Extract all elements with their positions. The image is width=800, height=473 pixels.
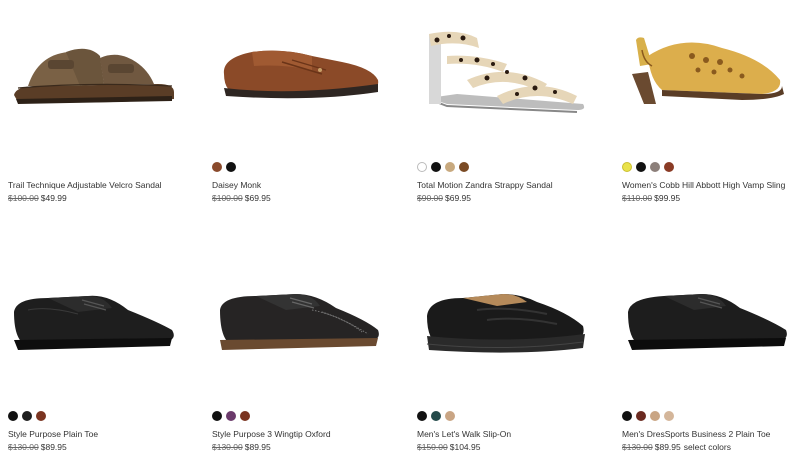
product-image-wingtip-oxford[interactable] <box>212 250 407 400</box>
color-swatch[interactable] <box>459 162 469 172</box>
color-swatch[interactable] <box>445 162 455 172</box>
product-price: $90.00 $69.95 <box>417 193 471 203</box>
color-swatch[interactable] <box>8 411 18 421</box>
product-price: $100.00 $49.99 <box>8 193 67 203</box>
product-price: $150.00 $104.95 <box>417 442 480 452</box>
product-image-walking-slip-on[interactable] <box>417 250 612 400</box>
product-card[interactable]: Style Purpose 3 Wingtip Oxford $130.00 $8… <box>212 250 407 460</box>
product-card[interactable]: Style Purpose Plain Toe $130.00 $89.95 <box>8 250 203 460</box>
sale-price: $49.99 <box>40 193 67 203</box>
color-swatches <box>212 162 236 172</box>
product-price: $100.00 $69.95 <box>212 193 271 203</box>
original-price: $130.00 <box>622 442 653 452</box>
color-swatch[interactable] <box>664 411 674 421</box>
product-name[interactable]: Men's Let's Walk Slip-On <box>417 429 511 439</box>
product-name[interactable]: Style Purpose 3 Wingtip Oxford <box>212 429 331 439</box>
product-price: $130.00 $89.95 <box>8 442 67 452</box>
sale-price: $89.95 <box>654 442 681 452</box>
color-swatch[interactable] <box>445 411 455 421</box>
product-image-strappy-sandal[interactable] <box>417 0 612 150</box>
color-swatches <box>8 411 46 421</box>
product-image-derby-shoe[interactable] <box>8 250 203 400</box>
product-price: $130.00 $89.95 select colors <box>622 442 731 452</box>
product-name[interactable]: Total Motion Zandra Strappy Sandal <box>417 180 553 190</box>
color-swatches <box>417 411 455 421</box>
product-card[interactable]: Total Motion Zandra Strappy Sandal $90.0… <box>417 0 612 210</box>
color-swatch[interactable] <box>417 411 427 421</box>
sale-price: $89.95 <box>40 442 67 452</box>
color-swatches <box>622 411 674 421</box>
original-price: $110.00 <box>622 193 653 203</box>
original-price: $150.00 <box>417 442 448 452</box>
color-swatch[interactable] <box>431 411 441 421</box>
color-swatches <box>212 411 250 421</box>
product-image-leather-slip-on[interactable] <box>212 0 407 150</box>
color-swatch[interactable] <box>22 411 32 421</box>
color-swatch[interactable] <box>212 411 222 421</box>
color-swatch[interactable] <box>240 411 250 421</box>
sale-price: $104.95 <box>449 442 481 452</box>
product-card[interactable]: Trail Technique Adjustable Velcro Sandal… <box>8 0 203 210</box>
product-card[interactable]: Men's Let's Walk Slip-On $150.00 $104.95 <box>417 250 612 460</box>
product-name[interactable]: Style Purpose Plain Toe <box>8 429 98 439</box>
color-swatch[interactable] <box>636 411 646 421</box>
product-card[interactable]: Men's DresSports Business 2 Plain Toe $1… <box>622 250 800 460</box>
original-price: $130.00 <box>8 442 39 452</box>
product-image-plain-toe-dress-shoe[interactable] <box>622 250 800 400</box>
color-swatch[interactable] <box>431 162 441 172</box>
product-image-heeled-slingback[interactable] <box>622 0 800 150</box>
color-swatch[interactable] <box>36 411 46 421</box>
sale-price: $69.95 <box>445 193 471 203</box>
original-price: $100.00 <box>8 193 39 203</box>
color-swatch[interactable] <box>212 162 222 172</box>
product-grid: Trail Technique Adjustable Velcro Sandal… <box>0 0 800 473</box>
product-price: $130.00 $89.95 <box>212 442 271 452</box>
color-swatches <box>622 162 674 172</box>
color-swatch[interactable] <box>417 162 427 172</box>
sale-price: $89.95 <box>244 442 271 452</box>
original-price: $90.00 <box>417 193 443 203</box>
product-card[interactable]: Women's Cobb Hill Abbott High Vamp Sling… <box>622 0 800 210</box>
product-name[interactable]: Daisey Monk <box>212 180 261 190</box>
product-image-sport-sandal[interactable] <box>8 0 203 150</box>
sale-price: $69.95 <box>244 193 271 203</box>
product-card[interactable]: Daisey Monk $100.00 $69.95 <box>212 0 407 210</box>
original-price: $100.00 <box>212 193 243 203</box>
color-swatches <box>417 162 469 172</box>
color-swatch[interactable] <box>636 162 646 172</box>
select-colors-note: select colors <box>683 442 731 452</box>
original-price: $130.00 <box>212 442 243 452</box>
color-swatch[interactable] <box>226 162 236 172</box>
product-name[interactable]: Trail Technique Adjustable Velcro Sandal <box>8 180 162 190</box>
product-name[interactable]: Men's DresSports Business 2 Plain Toe <box>622 429 770 439</box>
color-swatch[interactable] <box>650 411 660 421</box>
sale-price: $99.95 <box>654 193 681 203</box>
color-swatch[interactable] <box>664 162 674 172</box>
product-name[interactable]: Women's Cobb Hill Abbott High Vamp Sling <box>622 180 785 190</box>
product-price: $110.00 $99.95 <box>622 193 680 203</box>
color-swatch[interactable] <box>650 162 660 172</box>
color-swatch[interactable] <box>622 411 632 421</box>
color-swatch[interactable] <box>622 162 632 172</box>
color-swatch[interactable] <box>226 411 236 421</box>
